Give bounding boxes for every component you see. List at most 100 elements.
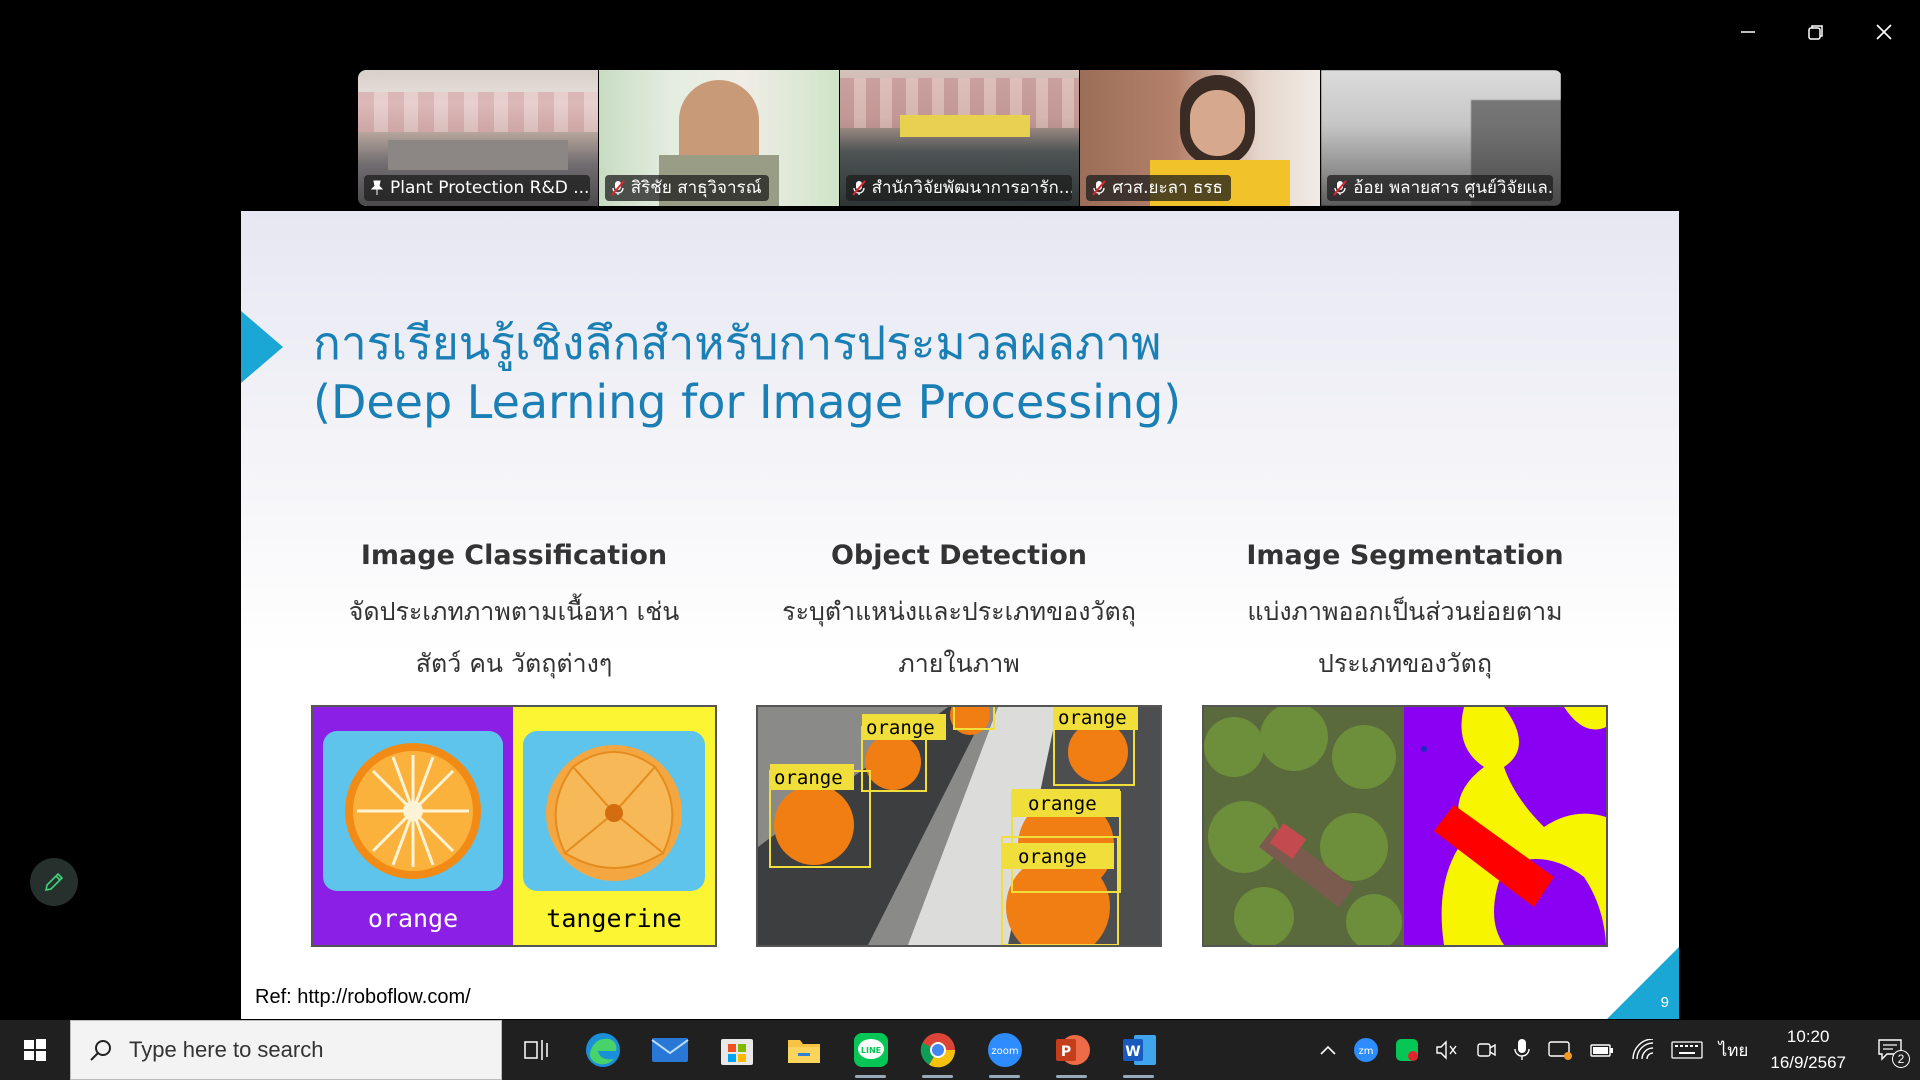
pin-icon xyxy=(370,180,384,195)
windows-taskbar: Type here to search LINE zoom P W zm ไทย… xyxy=(0,1020,1920,1080)
line-tray-icon xyxy=(1395,1039,1418,1061)
svg-text:W: W xyxy=(1125,1044,1140,1060)
mail-icon xyxy=(650,1038,689,1062)
windows-logo-icon xyxy=(24,1039,46,1061)
mail-app-button[interactable] xyxy=(636,1020,703,1080)
restore-button[interactable] xyxy=(1786,10,1846,54)
notification-count-badge: 2 xyxy=(1892,1050,1910,1068)
taskbar-clock[interactable]: 10:20 16/9/2567 xyxy=(1756,1024,1860,1076)
close-icon xyxy=(1876,24,1892,40)
minimize-button[interactable] xyxy=(1718,10,1778,54)
slide-page-number: 9 xyxy=(1660,994,1669,1011)
chrome-icon xyxy=(920,1033,955,1068)
line-app-button[interactable]: LINE xyxy=(837,1020,904,1080)
keyboard-icon xyxy=(1670,1041,1703,1059)
column-heading: Image Classification xyxy=(360,540,668,571)
tray-keyboard[interactable] xyxy=(1663,1020,1711,1080)
participant-tile[interactable]: สำนักวิจัยพัฒนาการอารัก... xyxy=(839,70,1080,206)
detection-label: orange xyxy=(774,767,843,789)
clock-time: 10:20 xyxy=(1786,1027,1830,1046)
search-icon xyxy=(90,1040,111,1061)
shared-screen-slide: การเรียนรู้เชิงลึกสำหรับการประมวลผลภาพ (… xyxy=(241,211,1679,1019)
participant-tile[interactable]: สิริชัย สาธุวิจารณ์ xyxy=(598,70,839,206)
svg-text:zm: zm xyxy=(1358,1046,1373,1057)
segmentation-image xyxy=(1202,705,1608,947)
task-view-icon xyxy=(523,1040,548,1060)
classification-column: Image Classification จัดประเภทภาพตามเนื้… xyxy=(311,536,717,690)
classification-illustration: orange tangerine xyxy=(313,707,715,945)
tray-wifi[interactable] xyxy=(1623,1020,1663,1080)
tray-display[interactable] xyxy=(1539,1020,1581,1080)
chevron-up-icon xyxy=(1320,1045,1336,1055)
column-description: ระบุตำแหน่งและประเภทของวัตถุ ภายในภาพ xyxy=(782,597,1136,678)
annotate-button[interactable] xyxy=(30,858,78,906)
zoom-meeting-window: Plant Protection R&D ... สิริชัย สาธุวิจ… xyxy=(0,0,1920,1080)
tray-line[interactable] xyxy=(1387,1020,1427,1080)
clock-date: 16/9/2567 xyxy=(1770,1053,1846,1072)
microphone-icon xyxy=(1513,1039,1530,1060)
participant-video-strip: Plant Protection R&D ... สิริชัย สาธุวิจ… xyxy=(358,70,1562,206)
tray-zoom[interactable]: zm xyxy=(1345,1020,1387,1080)
zoom-icon: zoom xyxy=(987,1033,1022,1067)
file-explorer-app-button[interactable] xyxy=(770,1020,837,1080)
close-button[interactable] xyxy=(1854,10,1914,54)
restore-icon xyxy=(1808,25,1823,40)
tray-microphone[interactable] xyxy=(1505,1020,1539,1080)
wifi-icon xyxy=(1631,1039,1653,1060)
slide-title-thai: การเรียนรู้เชิงลึกสำหรับการประมวลผลภาพ xyxy=(313,316,1162,370)
task-view-button[interactable] xyxy=(502,1020,569,1080)
participant-tile[interactable]: ศวส.ยะลา ธรธ xyxy=(1080,70,1321,206)
mic-muted-icon xyxy=(1092,180,1107,196)
participant-name-label: ศวส.ยะลา ธรธ xyxy=(1086,175,1231,201)
screen-share-icon xyxy=(1547,1041,1572,1060)
taskbar-search-box[interactable]: Type here to search xyxy=(70,1020,502,1080)
segmentation-column: Image Segmentation แบ่งภาพออกเป็นส่วนย่อ… xyxy=(1202,536,1608,690)
slide-title-english: (Deep Learning for Image Processing) xyxy=(313,375,1182,429)
tray-volume[interactable] xyxy=(1427,1020,1467,1080)
edge-app-button[interactable] xyxy=(569,1020,636,1080)
zoom-tray-icon: zm xyxy=(1353,1038,1378,1062)
participant-name-label: Plant Protection R&D ... xyxy=(364,175,590,201)
participant-name-label: สำนักวิจัยพัฒนาการอารัก... xyxy=(845,175,1072,201)
svg-text:zoom: zoom xyxy=(991,1046,1018,1057)
battery-icon xyxy=(1589,1044,1613,1057)
detection-column: Object Detection ระบุตำแหน่งและประเภทของ… xyxy=(756,536,1162,690)
language-indicator[interactable]: ไทย xyxy=(1711,1020,1757,1080)
participant-tile[interactable]: อ้อย พลายสาร ศูนย์วิจัยแล... xyxy=(1321,70,1561,206)
edge-icon xyxy=(585,1033,620,1067)
camera-icon xyxy=(1476,1043,1496,1057)
notification-center-button[interactable]: 2 xyxy=(1860,1020,1920,1080)
chrome-app-button[interactable] xyxy=(904,1020,971,1080)
column-heading: Image Segmentation xyxy=(1246,540,1564,571)
tray-battery[interactable] xyxy=(1581,1020,1623,1080)
volume-muted-icon xyxy=(1435,1040,1457,1060)
store-icon xyxy=(720,1039,753,1065)
word-icon: W xyxy=(1122,1035,1156,1065)
column-heading: Object Detection xyxy=(830,540,1088,571)
line-icon: LINE xyxy=(853,1033,888,1067)
detection-label: orange xyxy=(1058,707,1127,729)
word-app-button[interactable]: W xyxy=(1105,1020,1172,1080)
start-button[interactable] xyxy=(0,1020,70,1080)
pencil-icon xyxy=(44,872,64,892)
tray-meet-now[interactable] xyxy=(1467,1020,1505,1080)
store-app-button[interactable] xyxy=(703,1020,770,1080)
column-description: จัดประเภทภาพตามเนื้อหา เช่น สัตว์ คน วัตถ… xyxy=(348,597,680,678)
detection-label: orange xyxy=(1028,793,1097,815)
mic-muted-icon xyxy=(611,180,625,196)
detection-illustration: orange orange orange orange orange xyxy=(758,707,1160,945)
show-hidden-icons-button[interactable] xyxy=(1311,1020,1345,1080)
reference-citation: Ref: http://roboflow.com/ xyxy=(255,986,471,1008)
detection-label: orange xyxy=(866,717,935,739)
detection-image: orange orange orange orange orange xyxy=(756,705,1162,947)
participant-tile[interactable]: Plant Protection R&D ... xyxy=(358,70,598,206)
participant-name-label: สิริชัย สาธุวิจารณ์ xyxy=(604,175,770,201)
segmentation-illustration xyxy=(1204,707,1606,945)
zoom-app-button[interactable]: zoom xyxy=(971,1020,1038,1080)
class-label-tangerine: tangerine xyxy=(546,904,681,933)
classification-image: orange tangerine xyxy=(311,705,717,947)
search-placeholder: Type here to search xyxy=(129,1037,324,1062)
class-label-orange: orange xyxy=(368,904,458,933)
minimize-icon xyxy=(1741,31,1755,33)
powerpoint-app-button[interactable]: P xyxy=(1038,1020,1105,1080)
